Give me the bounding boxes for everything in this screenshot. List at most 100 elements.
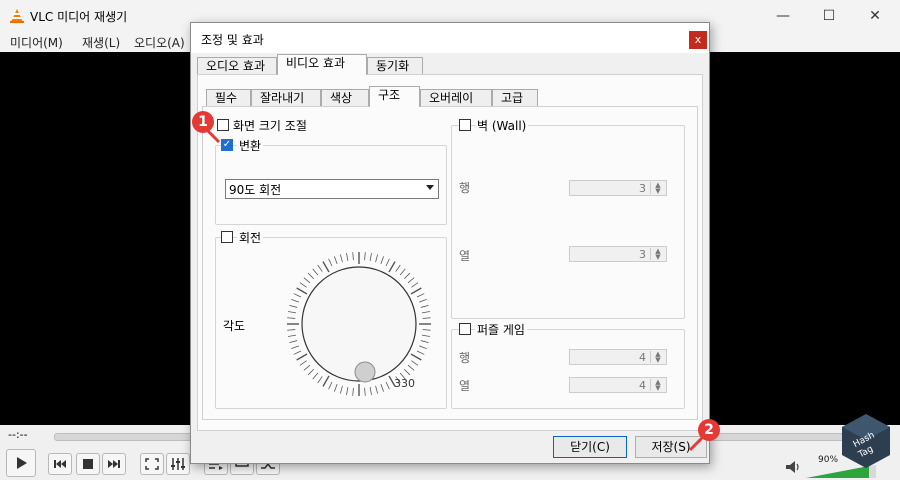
dial-tick [385,381,390,390]
chevron-down-icon [426,185,434,190]
dial-tick [287,317,296,319]
dial-tick [293,350,302,355]
wall-group [451,125,685,319]
dial-tick [289,340,298,344]
dial-tick [388,261,396,273]
tab-colors[interactable]: 색상 [321,89,369,107]
dialog-title-bar: 조정 및 효과 x [191,23,709,53]
dial-tick [346,253,349,262]
dial-tick [346,386,349,395]
dial-tick [293,293,302,298]
dial-tick [307,272,315,280]
dial-tick [410,287,422,295]
minimize-button[interactable]: — [760,0,806,32]
dialog-title: 조정 및 효과 [201,33,264,47]
dial-tick [416,293,425,298]
menu-audio[interactable]: 오디오(A) [134,34,185,51]
time-elapsed: --:-- [8,428,28,441]
dial-tick [422,317,431,319]
puzzle-label: 퍼즐 게임 [475,321,527,338]
dial-tick [410,353,422,361]
tab-video-effects[interactable]: 비디오 효과 [277,54,367,75]
tab-essential[interactable]: 필수 [206,89,251,107]
vlc-cone-icon [10,9,24,23]
dial-tick [322,261,330,273]
dial-tick [299,360,307,366]
hashtag-watermark-logo: Hash Tag [842,414,890,468]
speaker-icon[interactable] [784,459,802,475]
puzzle-group [451,329,685,409]
rotate-checkbox[interactable] [221,231,233,243]
puzzle-cols-label: 열 [459,379,471,393]
dial-tick [380,384,385,392]
spin-arrows-icon[interactable]: ▲ ▼ [650,379,665,392]
dial-tick [422,329,431,331]
dial-tick [380,256,385,264]
dial-tick [411,360,419,366]
dialog-close-button[interactable]: x [689,31,707,49]
dial-value: 330 [394,377,415,390]
tab-geometry[interactable]: 구조 [369,86,420,107]
dial-tick [407,277,415,284]
dial-tick [287,329,296,331]
dial-tick [421,334,430,337]
angle-label: 각도 [223,319,246,333]
dial-tick [296,287,308,295]
puzzle-rows-label: 행 [459,351,471,365]
puzzle-cols-spinbox[interactable]: 4 ▲ ▼ [569,377,667,393]
tab-crop[interactable]: 잘라내기 [251,89,321,107]
dial-tick [303,277,311,284]
stop-button[interactable] [76,453,100,475]
transform-label: 변환 [237,137,264,154]
dial-tick [328,381,333,390]
dial-tick [299,282,307,288]
dial-tick [312,372,319,380]
spin-arrows-icon[interactable]: ▲ ▼ [650,351,665,364]
wall-cols-spinbox[interactable]: 3 ▲ ▼ [569,246,667,262]
dial-tick [317,264,323,272]
puzzle-rows-spinbox[interactable]: 4 ▲ ▼ [569,349,667,365]
equalizer-icon [171,458,185,470]
menu-playback[interactable]: 재생(L) [82,34,120,51]
rotation-dial[interactable] [285,250,433,398]
play-button[interactable] [6,449,36,477]
dial-tick [307,368,315,376]
dial-tick [385,258,390,267]
dial-tick [375,254,379,263]
next-button[interactable] [102,453,126,475]
fullscreen-icon [145,458,159,470]
puzzle-checkbox[interactable] [459,323,471,335]
maximize-button[interactable]: ☐ [806,0,852,32]
dial-tick [375,385,379,394]
dial-tick [339,254,343,263]
dial-tick [407,364,415,371]
dial-knob[interactable] [354,361,376,383]
dial-tick [288,334,297,337]
transform-select[interactable]: 90도 회전 [225,179,439,199]
dial-tick [403,368,411,376]
tab-overlay[interactable]: 오버레이 [420,89,492,107]
spin-arrows-icon[interactable]: ▲ ▼ [650,248,665,261]
dial-tick [403,272,411,280]
dial-tick [333,384,338,392]
dial-tick [369,386,372,395]
tab-audio-effects[interactable]: 오디오 효과 [197,57,277,75]
previous-button[interactable] [48,453,72,475]
fullscreen-button[interactable] [140,453,164,475]
tab-advanced[interactable]: 고급 [492,89,538,107]
wall-checkbox[interactable] [459,119,471,131]
dial-tick [419,298,427,303]
dial-tick [411,282,419,288]
close-window-button[interactable]: ✕ [852,0,898,32]
geometry-panel: 화면 크기 조절 ✓ 변환 90도 회전 회전 각도 330 벽 (Wall) … [202,106,698,420]
menu-media[interactable]: 미디어(M) [10,34,63,51]
spin-arrows-icon[interactable]: ▲ ▼ [650,182,665,195]
tab-sync[interactable]: 동기화 [367,57,423,75]
extended-settings-button[interactable] [166,453,190,475]
app-title: VLC 미디어 재생기 [30,10,128,24]
next-icon [108,460,120,468]
wall-rows-spinbox[interactable]: 3 ▲ ▼ [569,180,667,196]
close-button[interactable]: 닫기(C) [553,436,627,458]
dial-tick [364,387,366,396]
dial-tick [395,264,401,272]
